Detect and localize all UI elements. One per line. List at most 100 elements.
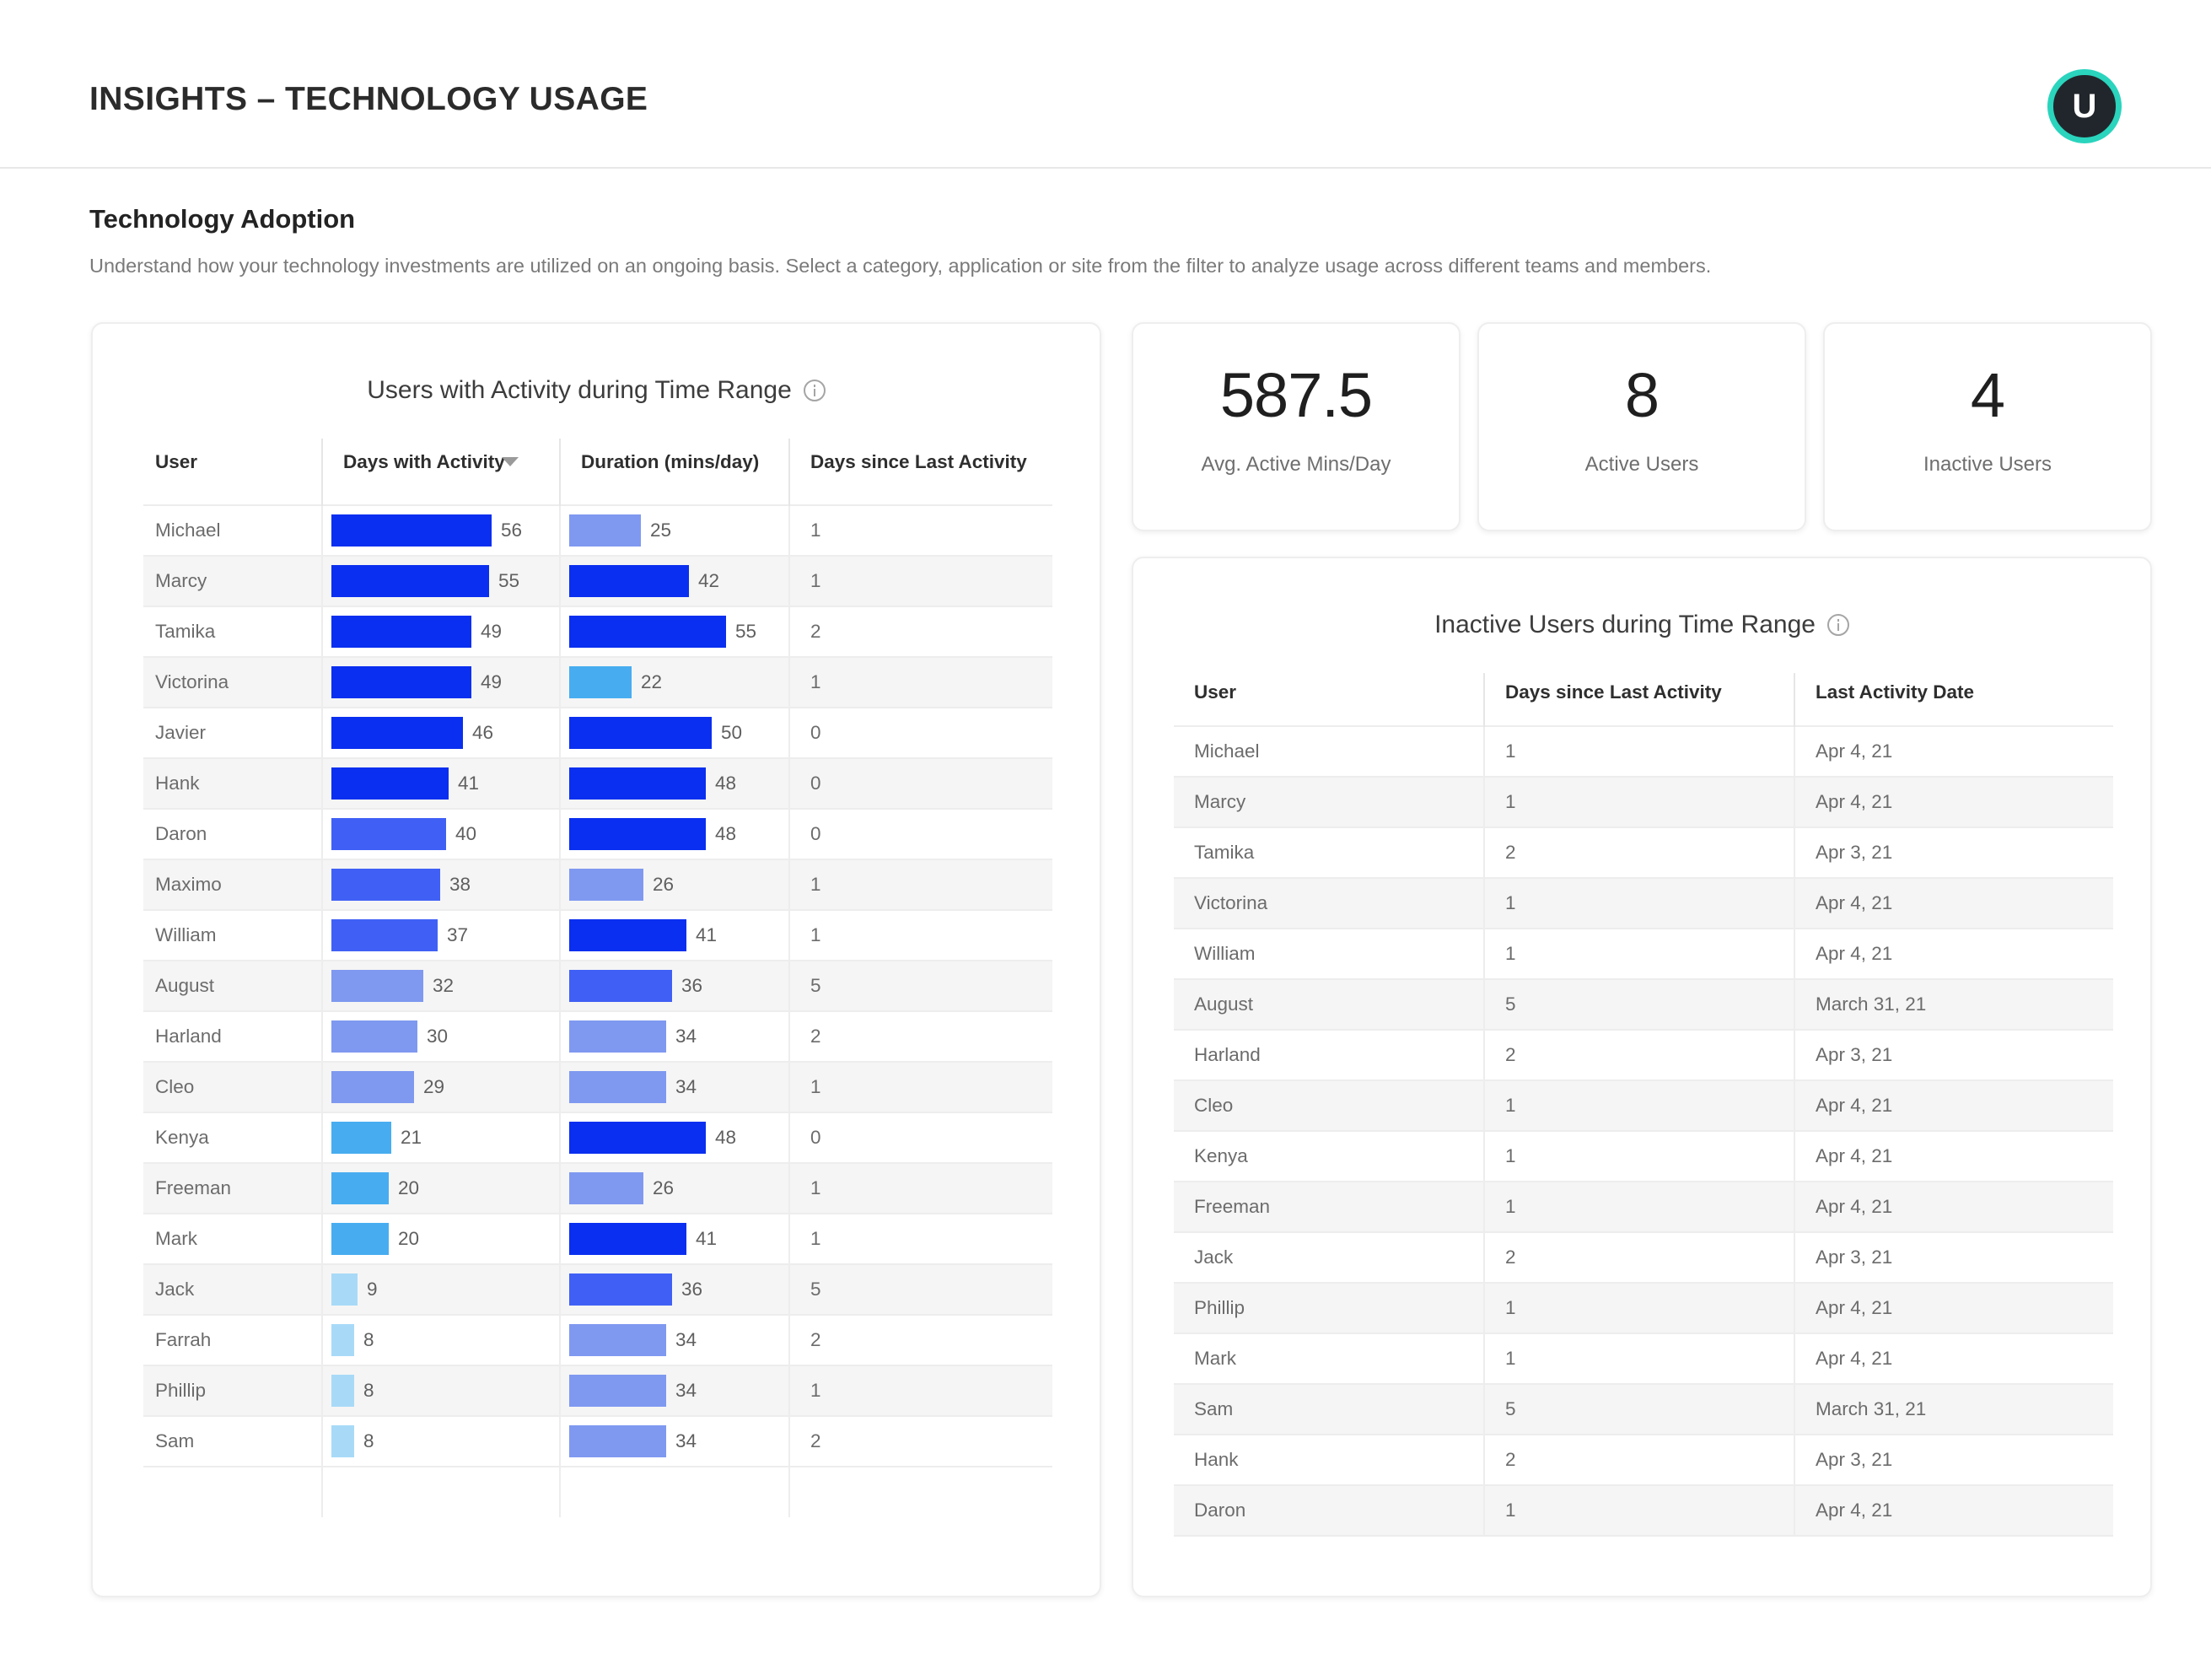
cell-days-since-last-activity: 1 <box>789 910 1052 961</box>
bar-value-label: 48 <box>715 1127 736 1149</box>
column-header-days-since-last-activity[interactable]: Days since Last Activity <box>1484 673 1794 726</box>
table-row[interactable]: Farrah8342 <box>143 1315 1052 1365</box>
table-row[interactable]: Michael1Apr 4, 21 <box>1174 726 2113 777</box>
users-card-title: Users with Activity during Time Range <box>93 376 1100 405</box>
bar-wrapper: 41 <box>331 767 559 800</box>
table-row[interactable]: Sam8342 <box>143 1416 1052 1467</box>
bar-value-label: 21 <box>401 1127 422 1149</box>
table-row[interactable]: Michael56251 <box>143 505 1052 556</box>
bar-value-label: 36 <box>681 1279 702 1300</box>
table-row[interactable]: Maximo38261 <box>143 859 1052 910</box>
section-title: Technology Adoption <box>89 204 355 234</box>
table-row[interactable]: Cleo1Apr 4, 21 <box>1174 1080 2113 1131</box>
cell-days-with-activity: 49 <box>322 657 560 708</box>
table-row[interactable]: Freeman20261 <box>143 1163 1052 1214</box>
table-row[interactable]: Tamika2Apr 3, 21 <box>1174 827 2113 878</box>
table-row[interactable]: Victorina49221 <box>143 657 1052 708</box>
users-card-title-text: Users with Activity during Time Range <box>367 376 792 405</box>
chevron-down-icon[interactable] <box>502 457 519 466</box>
table-row[interactable]: Marcy1Apr 4, 21 <box>1174 777 2113 827</box>
table-row[interactable]: Phillip1Apr 4, 21 <box>1174 1283 2113 1333</box>
cell-duration: 34 <box>560 1416 789 1467</box>
cell-last-activity-date: Apr 4, 21 <box>1794 1283 2113 1333</box>
column-header-days-since-last-activity[interactable]: Days since Last Activity <box>789 439 1052 505</box>
cell-user: Hank <box>143 758 322 809</box>
cell-days-since-last-activity: 2 <box>789 606 1052 657</box>
top-bar: INSIGHTS – TECHNOLOGY USAGE U <box>0 0 2211 169</box>
table-row[interactable]: William1Apr 4, 21 <box>1174 929 2113 979</box>
bar-value-label: 8 <box>363 1380 374 1402</box>
table-row[interactable]: Hank2Apr 3, 21 <box>1174 1435 2113 1485</box>
cell-user: Mark <box>143 1214 322 1264</box>
cell-days-since-last-activity: 1 <box>789 556 1052 606</box>
value-bar <box>569 616 726 648</box>
table-row[interactable]: Harland2Apr 3, 21 <box>1174 1030 2113 1080</box>
column-header-user[interactable]: User <box>143 439 322 505</box>
table-row[interactable]: Jack9365 <box>143 1264 1052 1315</box>
cell-days-since-last-activity: 1 <box>1484 726 1794 777</box>
bar-value-label: 55 <box>735 621 756 643</box>
table-row[interactable]: Daron1Apr 4, 21 <box>1174 1485 2113 1536</box>
cell-days-with-activity: 41 <box>322 758 560 809</box>
cell-last-activity-date: Apr 4, 21 <box>1794 1131 2113 1182</box>
cell-days-since-last-activity: 2 <box>789 1011 1052 1062</box>
avatar[interactable]: U <box>2047 69 2122 143</box>
table-row[interactable]: Cleo29341 <box>143 1062 1052 1112</box>
cell-days-with-activity: 29 <box>322 1062 560 1112</box>
value-bar <box>569 1375 666 1407</box>
cell-days-since-last-activity: 1 <box>1484 878 1794 929</box>
table-row[interactable]: Mark20411 <box>143 1214 1052 1264</box>
table-row[interactable]: Kenya21480 <box>143 1112 1052 1163</box>
table-row[interactable]: William37411 <box>143 910 1052 961</box>
cell-last-activity-date: Apr 4, 21 <box>1794 726 2113 777</box>
cell-duration: 34 <box>560 1062 789 1112</box>
table-row[interactable]: Marcy55421 <box>143 556 1052 606</box>
bar-value-label: 34 <box>675 1430 697 1452</box>
bar-value-label: 26 <box>653 1177 674 1199</box>
bar-value-label: 41 <box>458 773 479 794</box>
column-header-duration[interactable]: Duration (mins/day) <box>560 439 789 505</box>
value-bar <box>569 970 672 1002</box>
kpi-card-avg-active-mins: 587.5 Avg. Active Mins/Day <box>1132 322 1461 531</box>
cell-days-since-last-activity: 1 <box>1484 1283 1794 1333</box>
table-row[interactable]: Daron40480 <box>143 809 1052 859</box>
bar-wrapper: 49 <box>331 616 559 648</box>
bar-wrapper: 48 <box>569 1122 788 1154</box>
column-header-user[interactable]: User <box>1174 673 1484 726</box>
cell-last-activity-date: March 31, 21 <box>1794 979 2113 1030</box>
info-icon[interactable] <box>804 380 826 401</box>
column-header-last-activity-date[interactable]: Last Activity Date <box>1794 673 2113 726</box>
bar-value-label: 49 <box>481 621 502 643</box>
table-row[interactable]: Freeman1Apr 4, 21 <box>1174 1182 2113 1232</box>
bar-wrapper: 50 <box>569 717 788 749</box>
inactive-card-title: Inactive Users during Time Range <box>1133 611 2150 639</box>
cell-last-activity-date: Apr 3, 21 <box>1794 1232 2113 1283</box>
value-bar <box>331 616 471 648</box>
table-row[interactable]: Hank41480 <box>143 758 1052 809</box>
cell-duration: 25 <box>560 505 789 556</box>
kpi-label: Inactive Users <box>1825 453 2150 477</box>
column-header-days-with-activity[interactable]: Days with Activity <box>322 439 560 505</box>
table-row[interactable]: Mark1Apr 4, 21 <box>1174 1333 2113 1384</box>
table-header: User Days with Activity Duration (mins/d… <box>143 439 1052 505</box>
table-row[interactable]: Phillip8341 <box>143 1365 1052 1416</box>
table-row[interactable]: Kenya1Apr 4, 21 <box>1174 1131 2113 1182</box>
table-body: Michael1Apr 4, 21Marcy1Apr 4, 21Tamika2A… <box>1174 726 2113 1536</box>
table-row[interactable]: Sam5March 31, 21 <box>1174 1384 2113 1435</box>
table-row[interactable]: August32365 <box>143 961 1052 1011</box>
table-row[interactable]: August5March 31, 21 <box>1174 979 2113 1030</box>
bar-wrapper: 34 <box>569 1375 788 1407</box>
bar-wrapper: 26 <box>569 1172 788 1204</box>
info-icon[interactable] <box>1827 614 1849 636</box>
table-row[interactable]: Jack2Apr 3, 21 <box>1174 1232 2113 1283</box>
bar-wrapper: 8 <box>331 1324 559 1356</box>
value-bar <box>569 514 641 547</box>
table-row[interactable]: Harland30342 <box>143 1011 1052 1062</box>
table-row[interactable]: Victorina1Apr 4, 21 <box>1174 878 2113 929</box>
bar-wrapper: 8 <box>331 1425 559 1457</box>
table-row[interactable]: Tamika 49 55 2 <box>143 606 1052 657</box>
bar-wrapper: 48 <box>569 767 788 800</box>
table-row[interactable]: Javier46500 <box>143 708 1052 758</box>
cell-days-with-activity: 30 <box>322 1011 560 1062</box>
cell-user: Tamika <box>143 606 322 657</box>
